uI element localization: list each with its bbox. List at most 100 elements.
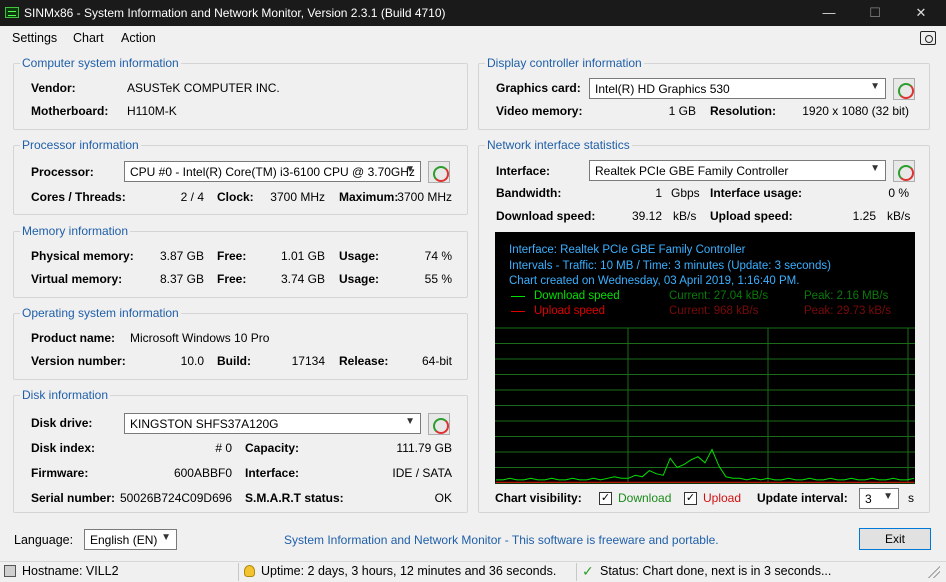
video-memory-label: Video memory: — [496, 104, 583, 118]
virtual-free-label: Free: — [217, 272, 247, 286]
maximize-button[interactable]: ☐ — [852, 0, 898, 26]
resolution-value: 1920 x 1080 (32 bit) — [802, 104, 909, 118]
menu-settings[interactable]: Settings — [12, 31, 57, 45]
update-interval-label: Update interval: — [757, 491, 848, 505]
chart-info-interface: Interface: Realtek PCIe GBE Family Contr… — [509, 244, 746, 256]
cores-label: Cores / Threads: — [31, 190, 126, 204]
cores-value: 2 / 4 — [180, 190, 204, 204]
chart-grid — [495, 327, 915, 484]
virtual-usage-label: Usage: — [339, 272, 380, 286]
chevron-down-icon: ▼ — [870, 81, 880, 92]
language-label: Language: — [14, 533, 74, 547]
status-divider — [238, 563, 239, 581]
computer-group — [13, 63, 468, 130]
product-name-label: Product name: — [31, 331, 116, 345]
version-number-value: 10.0 — [180, 354, 204, 368]
chart-lines — [496, 448, 915, 483]
motherboard-label: Motherboard: — [31, 104, 109, 118]
vendor-value: ASUSTeK COMPUTER INC. — [127, 81, 280, 95]
capacity-label: Capacity: — [245, 441, 300, 455]
chevron-down-icon: ▼ — [405, 164, 415, 175]
close-button[interactable]: ✕ — [898, 0, 944, 26]
graphics-card-label: Graphics card: — [496, 81, 581, 95]
update-interval-select[interactable]: 3 ▼ — [859, 488, 899, 509]
disk-index-value: # 0 — [215, 441, 232, 455]
bandwidth-value: 1 — [655, 186, 662, 200]
motherboard-value: H110M-K — [127, 104, 177, 118]
display-refresh-icon[interactable] — [893, 78, 915, 100]
interface-value: IDE / SATA — [392, 466, 452, 480]
language-select[interactable]: English (EN) ▼ — [84, 529, 177, 550]
chevron-down-icon: ▼ — [870, 163, 880, 174]
smart-status-label: S.M.A.R.T status: — [245, 491, 344, 505]
chevron-down-icon: ▼ — [883, 491, 893, 502]
disk-index-label: Disk index: — [31, 441, 96, 455]
footer-info-link[interactable]: System Information and Network Monitor -… — [284, 533, 719, 547]
firmware-label: Firmware: — [31, 466, 89, 480]
download-speed-line — [496, 448, 915, 481]
checkmark-icon: ✓ — [582, 563, 594, 579]
upload-speed-unit: kB/s — [887, 209, 911, 223]
chart-info-intervals: Intervals - Traffic: 10 MB / Time: 3 min… — [509, 260, 831, 272]
minimize-button[interactable]: — — [806, 0, 852, 26]
interface-label: Interface: — [245, 466, 300, 480]
upload-checkbox-label[interactable]: Upload — [703, 491, 741, 505]
disk-title: Disk information — [20, 388, 111, 402]
upload-checkbox[interactable]: ✓ — [684, 492, 697, 505]
interface-usage-label: Interface usage: — [710, 186, 803, 200]
download-legend-swatch — [511, 296, 525, 297]
bandwidth-unit: Gbps — [671, 186, 700, 200]
processor-refresh-icon[interactable] — [428, 161, 450, 183]
disk-drive-select[interactable]: KINGSTON SHFS37A120G ▼ — [124, 413, 421, 434]
serial-number-label: Serial number: — [31, 491, 116, 505]
upload-current: Current: 968 kB/s — [669, 305, 759, 317]
version-number-label: Version number: — [31, 354, 126, 368]
graphics-card-select-value: Intel(R) HD Graphics 530 — [595, 82, 730, 96]
product-name-value: Microsoft Windows 10 Pro — [130, 331, 270, 345]
physical-memory-value: 3.87 GB — [159, 249, 204, 263]
upload-speed-label: Upload speed: — [710, 209, 793, 223]
build-value: 17134 — [291, 354, 325, 368]
network-interface-select[interactable]: Realtek PCIe GBE Family Controller ▼ — [589, 160, 886, 181]
camera-icon[interactable] — [920, 31, 936, 45]
processor-select-value: CPU #0 - Intel(R) Core(TM) i3-6100 CPU @… — [130, 165, 415, 179]
download-checkbox[interactable]: ✓ — [599, 492, 612, 505]
virtual-usage-value: 55 % — [424, 272, 452, 286]
memory-title: Memory information — [20, 224, 131, 238]
firmware-value: 600ABBF0 — [173, 466, 232, 480]
menu-action[interactable]: Action — [121, 31, 156, 45]
maximum-value: 3700 MHz — [397, 190, 452, 204]
status-message: Status: Chart done, next is in 3 seconds… — [600, 564, 832, 578]
download-speed-value: 39.12 — [631, 209, 662, 223]
upload-legend-label: Upload speed — [534, 305, 605, 317]
update-interval-unit: s — [908, 491, 914, 505]
disk-drive-label: Disk drive: — [31, 416, 93, 430]
display-title: Display controller information — [485, 56, 644, 70]
status-uptime: Uptime: 2 days, 3 hours, 12 minutes and … — [261, 564, 557, 578]
virtual-free-value: 3.74 GB — [280, 272, 325, 286]
virtual-memory-value: 8.37 GB — [159, 272, 204, 286]
network-refresh-icon[interactable] — [893, 160, 915, 182]
physical-usage-label: Usage: — [339, 249, 380, 263]
computer-icon — [4, 565, 16, 577]
disk-drive-select-value: KINGSTON SHFS37A120G — [130, 417, 279, 431]
processor-select[interactable]: CPU #0 - Intel(R) Core(TM) i3-6100 CPU @… — [124, 161, 421, 182]
download-speed-label: Download speed: — [496, 209, 596, 223]
disk-refresh-icon[interactable] — [428, 413, 450, 435]
resize-grip-icon[interactable] — [928, 566, 940, 578]
network-title: Network interface statistics — [485, 138, 632, 152]
chevron-down-icon: ▼ — [161, 532, 171, 543]
graphics-card-select[interactable]: Intel(R) HD Graphics 530 ▼ — [589, 78, 886, 99]
menu-chart[interactable]: Chart — [73, 31, 104, 45]
network-interface-select-value: Realtek PCIe GBE Family Controller — [595, 164, 789, 178]
exit-button[interactable]: Exit — [859, 528, 931, 550]
update-interval-value: 3 — [865, 492, 872, 506]
capacity-value: 111.79 GB — [396, 441, 452, 455]
build-label: Build: — [217, 354, 251, 368]
download-legend-label: Download speed — [534, 290, 620, 302]
chart-visibility-label: Chart visibility: — [495, 491, 582, 505]
physical-usage-value: 74 % — [424, 249, 452, 263]
download-checkbox-label[interactable]: Download — [618, 491, 671, 505]
release-label: Release: — [339, 354, 389, 368]
clock-value: 3700 MHz — [270, 190, 325, 204]
